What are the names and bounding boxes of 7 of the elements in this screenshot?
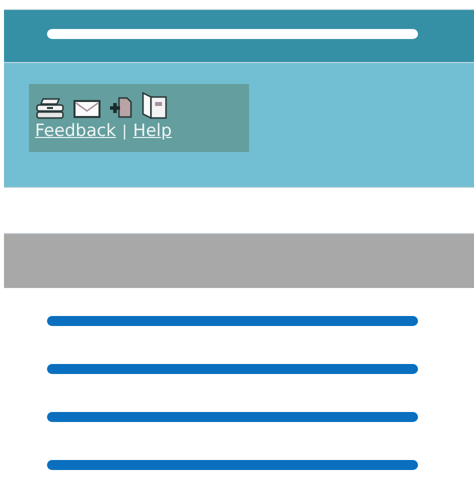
book-icon[interactable] xyxy=(141,91,169,119)
link-separator: | xyxy=(122,122,128,140)
envelope-icon[interactable] xyxy=(73,99,101,119)
add-document-icon[interactable] xyxy=(109,95,133,119)
toolbar-link[interactable]: Feedback xyxy=(35,121,116,141)
printer-icon[interactable] xyxy=(35,97,65,119)
toolbar-link[interactable]: Help xyxy=(133,121,172,141)
